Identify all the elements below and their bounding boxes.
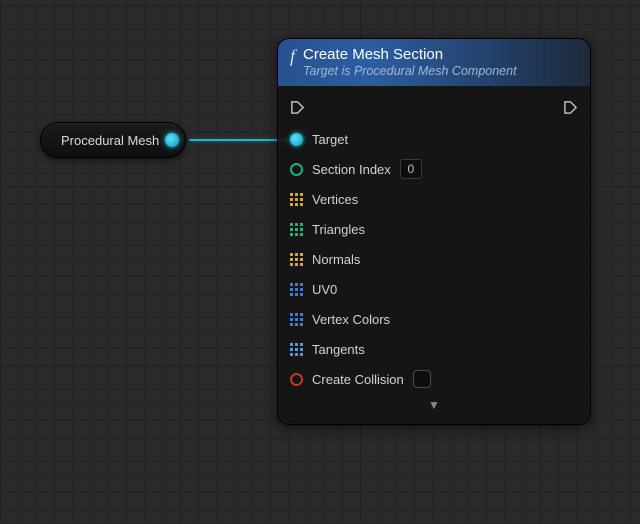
normals-pin[interactable]: [290, 253, 303, 266]
create-collision-label: Create Collision: [312, 372, 404, 387]
tangents-pin[interactable]: [290, 343, 303, 356]
exec-out-pin[interactable]: [563, 100, 578, 115]
function-icon: f: [290, 47, 295, 65]
output-pin-procedural-mesh[interactable]: [165, 133, 179, 147]
tangents-label: Tangents: [312, 342, 365, 357]
expand-node-icon[interactable]: ▼: [290, 394, 578, 420]
exec-in-pin[interactable]: [290, 100, 305, 115]
node-body: Target Section Index 0 Vertices Triangle…: [278, 86, 590, 424]
node-procedural-mesh-label: Procedural Mesh: [61, 133, 159, 148]
triangles-pin[interactable]: [290, 223, 303, 236]
uv0-label: UV0: [312, 282, 337, 297]
triangles-label: Triangles: [312, 222, 365, 237]
section-index-label: Section Index: [312, 162, 391, 177]
uv0-pin[interactable]: [290, 283, 303, 296]
vertex-colors-label: Vertex Colors: [312, 312, 390, 327]
node-create-mesh-section[interactable]: f Create Mesh Section Target is Procedur…: [277, 38, 591, 425]
section-index-pin[interactable]: [290, 163, 303, 176]
vertices-label: Vertices: [312, 192, 358, 207]
normals-label: Normals: [312, 252, 360, 267]
target-pin[interactable]: [290, 133, 303, 146]
vertex-colors-pin[interactable]: [290, 313, 303, 326]
create-collision-pin[interactable]: [290, 373, 303, 386]
vertices-pin[interactable]: [290, 193, 303, 206]
node-header[interactable]: f Create Mesh Section Target is Procedur…: [278, 39, 590, 86]
node-procedural-mesh[interactable]: Procedural Mesh: [40, 122, 186, 158]
target-label: Target: [312, 132, 348, 147]
node-subtitle: Target is Procedural Mesh Component: [303, 64, 517, 78]
section-index-input[interactable]: 0: [400, 159, 422, 179]
wire-procedural-mesh-to-target[interactable]: [189, 139, 289, 141]
create-collision-checkbox[interactable]: [413, 370, 431, 388]
node-title: Create Mesh Section: [303, 46, 517, 63]
